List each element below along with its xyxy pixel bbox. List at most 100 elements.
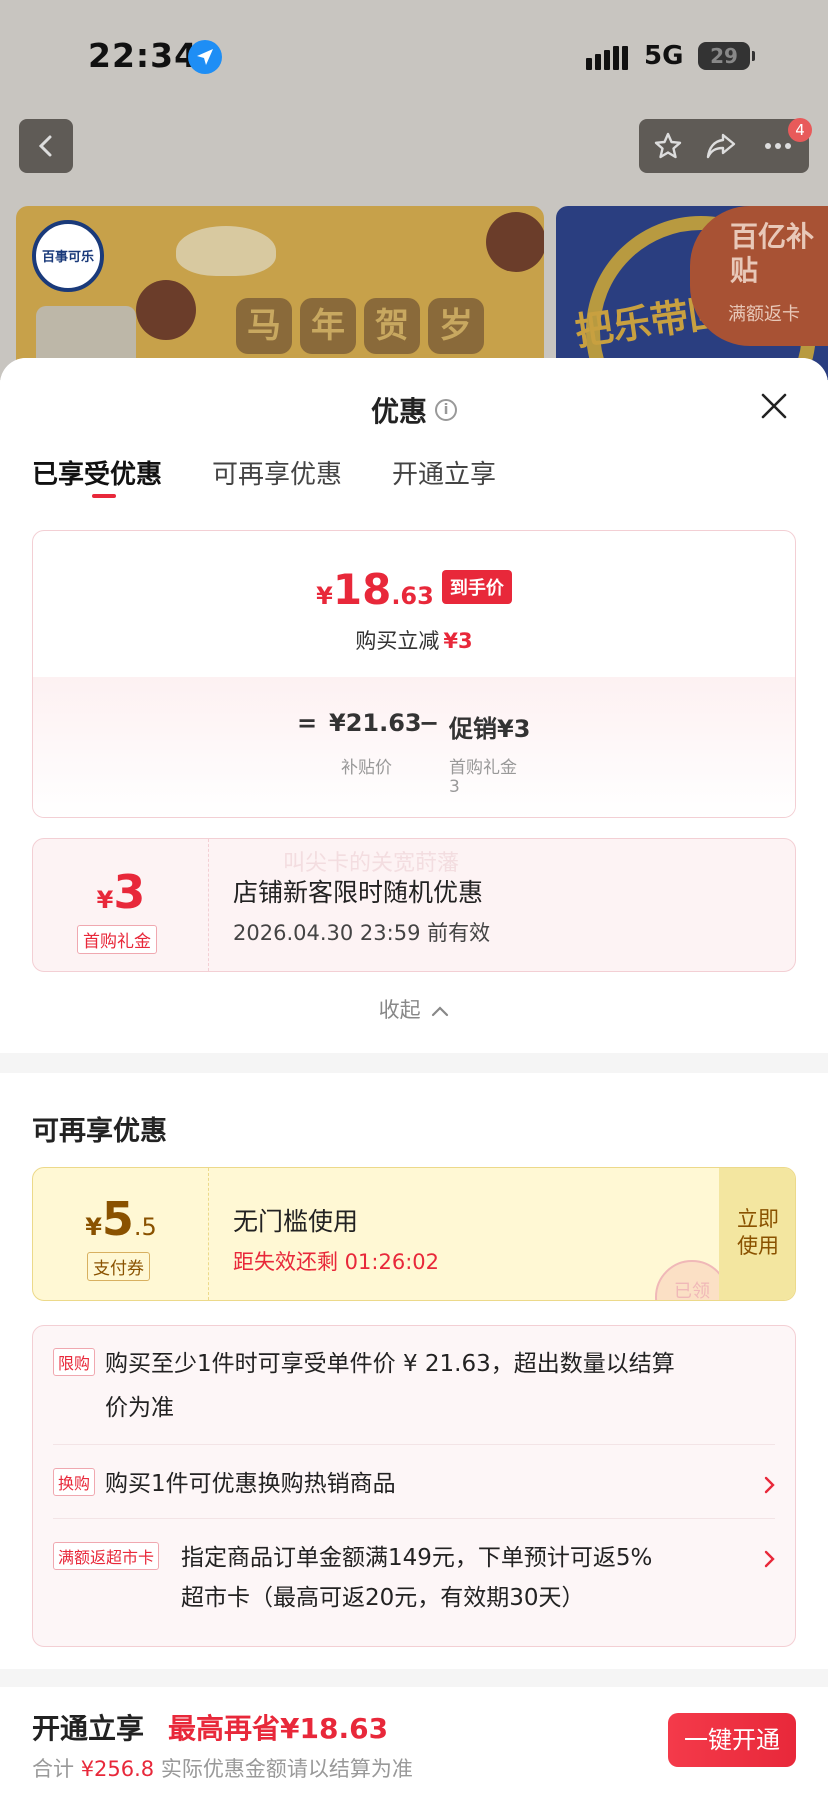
use-now-line2: 使用 [737, 1234, 779, 1258]
tab-enjoyed[interactable]: 已享受优惠 [32, 454, 162, 498]
coupon-tag: 首购礼金 [77, 925, 157, 954]
perk-text: 购买1件可优惠换购热销商品 [105, 1471, 396, 1497]
subsidy-price-label: 补贴价 [341, 758, 392, 778]
reduce-label: 购买立减 [355, 629, 440, 653]
final-price-integer: 18 [332, 565, 392, 614]
promo-banner-new-year[interactable]: 百事可乐 马 年 贺 岁 [16, 206, 544, 380]
brand-logo: 百事可乐 [32, 220, 104, 292]
gold-ingot-image [176, 226, 276, 276]
total-label: 合计 [32, 1757, 74, 1781]
more-offers-section: 可再享优惠 ¥5.5 支付券 无门槛使用 距失效还剩 01:26:02 已领 立… [0, 1073, 828, 1669]
discount-tabs: 已享受优惠 可再享优惠 开通立享 [32, 454, 546, 498]
banner-title-char: 马 [236, 298, 292, 354]
coupon-title: 店铺新客限时随机优惠 [233, 878, 484, 907]
battery-icon: 29 [698, 42, 755, 70]
currency-symbol: ¥ [316, 582, 333, 610]
first-purchase-coupon: 叫尖卡的关宽莳藩 ¥3 首购礼金 店铺新客限时随机优惠 2026.04.30 2… [32, 838, 796, 972]
sheet-title: 优惠 i [0, 390, 828, 430]
notification-badge: 4 [788, 118, 812, 142]
coupon-decimal: .5 [133, 1213, 157, 1241]
chevron-right-icon [764, 1476, 775, 1494]
perk-text: 购买至少1件时可享受单件价 ¥ 21.63，超出数量以结算 [105, 1351, 675, 1377]
coupon-amount: ¥3 [33, 865, 209, 919]
promo-amount: 促销¥3 [449, 715, 531, 743]
currency-symbol: ¥ [96, 886, 114, 914]
promo-sub-label: 首购礼金 [449, 758, 517, 778]
coupon-value: 3 [113, 865, 146, 919]
perk-item-card-rebate[interactable]: 满额返超市卡 指定商品订单金额满149元，下单预计可返5% 超市卡（最高可返20… [53, 1536, 775, 1628]
perk-text: 超市卡（最高可返20元，有效期30天） [181, 1585, 585, 1611]
perk-item-exchange[interactable]: 换购 购买1件可优惠换购热销商品 [53, 1462, 775, 1506]
signal-bars-icon [586, 46, 631, 70]
coupon-countdown: 距失效还剩 01:26:02 [233, 1250, 439, 1274]
collapse-label: 收起 [378, 998, 421, 1022]
chevron-left-icon [38, 135, 52, 157]
subsidy-price: ¥21.63 [329, 709, 422, 737]
one-click-open-button[interactable]: 一键开通 [668, 1713, 796, 1767]
instant-reduction: 购买立减 ¥3 [33, 625, 795, 655]
footer-title: 开通立享 [32, 1712, 145, 1745]
collapse-button[interactable]: 收起 [0, 994, 828, 1024]
tab-open-now[interactable]: 开通立享 [392, 454, 496, 491]
use-now-button[interactable]: 立即 使用 [719, 1168, 795, 1300]
perk-tag: 换购 [53, 1468, 96, 1496]
coupon-validity: 2026.04.30 23:59 前有效 [233, 921, 491, 945]
network-type: 5G [644, 41, 684, 71]
perk-tag: 满额返超市卡 [53, 1542, 160, 1570]
subsidy-subtitle: 满额返卡 [728, 304, 800, 325]
brand-logo-text: 百事可乐 [42, 250, 95, 265]
chevron-right-icon [764, 1550, 775, 1568]
enjoyed-section: 优惠 i 已享受优惠 可再享优惠 开通立享 ¥18.63 到手价 购买立减 ¥3 = … [0, 358, 828, 1053]
coupon-amount: ¥5.5 [33, 1192, 209, 1246]
tab-more-offers[interactable]: 可再享优惠 [212, 454, 342, 491]
flower-decoration [136, 280, 196, 340]
chevron-up-icon [432, 1006, 449, 1017]
open-now-footer: 开通立享 最高再省¥18.63 合计 ¥256.8 实际优惠金额请以结算为准 一… [0, 1687, 828, 1795]
currency-symbol: ¥ [85, 1213, 102, 1241]
flower-decoration [486, 212, 544, 272]
star-icon[interactable] [653, 131, 683, 161]
perk-text: 指定商品订单金额满149元，下单预计可返5% [181, 1545, 653, 1571]
share-icon[interactable] [705, 131, 737, 161]
perks-list: 限购 购买至少1件时可享受单件价 ¥ 21.63，超出数量以结算 价为准 换购 … [32, 1325, 796, 1647]
payment-coupon: ¥5.5 支付券 无门槛使用 距失效还剩 01:26:02 已领 立即 使用 [32, 1167, 796, 1301]
info-icon[interactable]: i [435, 399, 457, 421]
subsidy-title: 百亿补贴 [730, 220, 815, 287]
coupon-tag: 支付券 [87, 1252, 150, 1281]
perk-item-limit: 限购 购买至少1件时可享受单件价 ¥ 21.63，超出数量以结算 价为准 [53, 1342, 775, 1434]
more-offers-title: 可再享优惠 [32, 1116, 167, 1147]
coupon-value: 5 [101, 1192, 134, 1246]
banner-title-char: 岁 [428, 298, 484, 354]
final-price: ¥18.63 到手价 [33, 565, 795, 614]
sheet-title-text: 优惠 [370, 395, 427, 428]
use-now-line1: 立即 [737, 1207, 779, 1231]
claimed-stamp: 已领 [655, 1260, 729, 1300]
status-bar: 22:34 5G 29 [0, 0, 828, 110]
status-time: 22:34 [88, 36, 199, 75]
coupon-amount-area: ¥3 首购礼金 [33, 839, 209, 971]
total-note: 实际优惠金额请以结算为准 [160, 1757, 413, 1781]
perk-tag: 限购 [53, 1348, 96, 1376]
max-save: 最高再省¥18.63 [168, 1712, 389, 1745]
total-amount: ¥256.8 [80, 1757, 155, 1781]
discount-sheet: 优惠 i 已享受优惠 可再享优惠 开通立享 ¥18.63 到手价 购买立减 ¥3 = … [0, 358, 828, 1795]
banner-title: 马 年 贺 岁 [236, 298, 484, 354]
divider [53, 1518, 775, 1519]
formula-area [33, 677, 795, 817]
formula-minus: − [419, 709, 440, 737]
banner-title-char: 贺 [364, 298, 420, 354]
price-summary-card: ¥18.63 到手价 购买立减 ¥3 = ¥21.63 − 促销¥3 补贴价 首购礼… [32, 530, 796, 818]
formula-equals: = [297, 709, 318, 737]
subsidy-badge: 百亿补贴 满额返卡 [690, 206, 828, 346]
reduce-value: ¥3 [443, 629, 473, 653]
promo-sub-value: 3 [449, 777, 460, 797]
divider [53, 1444, 775, 1445]
close-icon[interactable] [760, 392, 788, 420]
coupon-amount-area: ¥5.5 支付券 [33, 1168, 209, 1300]
final-price-decimal: .63 [391, 582, 434, 610]
perk-text: 价为准 [105, 1395, 174, 1421]
final-price-tag: 到手价 [441, 570, 512, 604]
top-action-bar [639, 119, 809, 173]
location-arrow-icon [188, 40, 222, 74]
back-button[interactable] [19, 119, 73, 173]
